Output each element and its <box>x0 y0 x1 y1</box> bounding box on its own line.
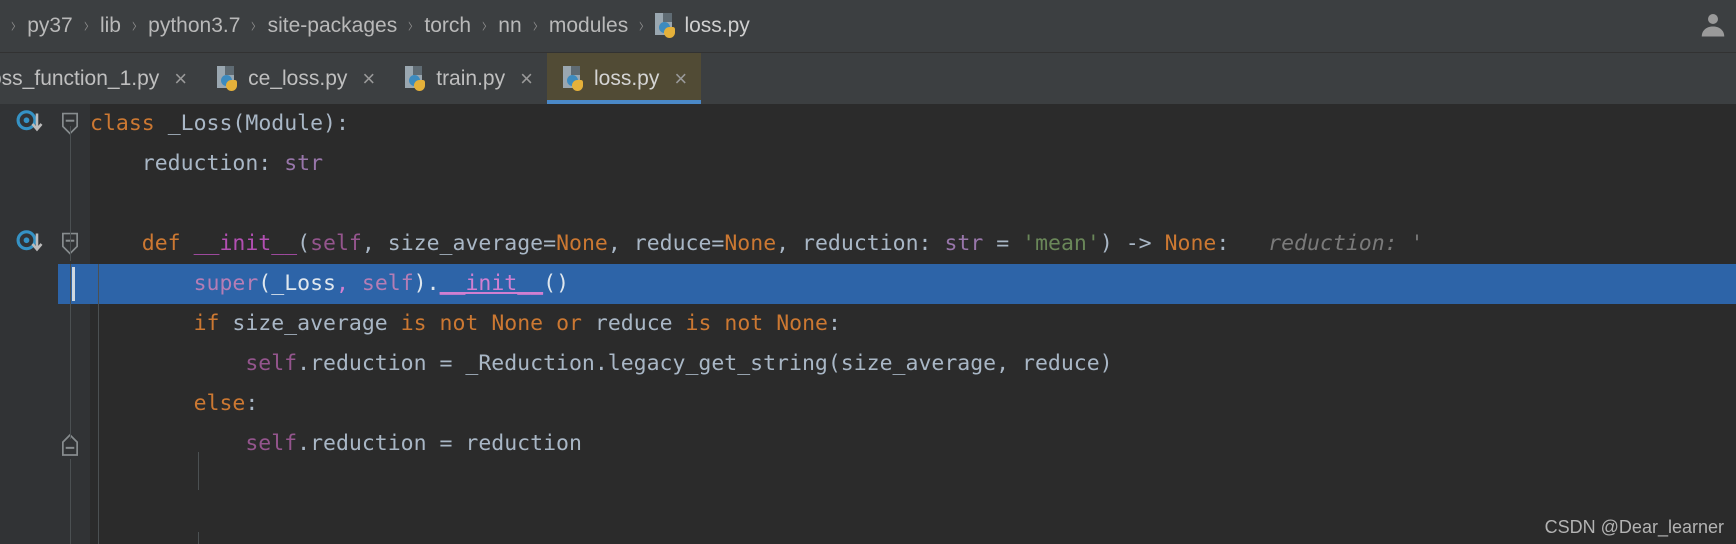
tab-ce-loss[interactable]: ce_loss.py × <box>201 53 389 104</box>
breadcrumb-separator: › <box>131 13 138 39</box>
tab-label: oss_function_1.py <box>0 66 160 90</box>
breadcrumb-item-torch[interactable]: torch <box>424 14 471 38</box>
close-icon[interactable]: × <box>668 67 687 90</box>
tab-train[interactable]: train.py × <box>389 53 547 104</box>
code-line: def __init__(self, size_average=None, re… <box>141 231 1424 256</box>
code-line: else: <box>193 391 259 416</box>
breadcrumb-separator: › <box>10 13 17 39</box>
fold-collapse-icon[interactable] <box>60 112 78 135</box>
fold-collapse-icon[interactable] <box>60 232 78 255</box>
code-text-area[interactable]: class _Loss(Module): reduction: str def … <box>90 104 1736 544</box>
tab-label: train.py <box>436 66 506 90</box>
code-line: class _Loss(Module): <box>90 111 349 136</box>
text-caret <box>72 267 75 301</box>
fold-rail-line <box>70 126 71 261</box>
breadcrumb-separator: › <box>407 13 414 39</box>
breadcrumb-separator: › <box>83 13 90 39</box>
breadcrumb-item-file[interactable]: loss.py <box>655 13 750 39</box>
fold-rail[interactable] <box>58 104 90 544</box>
fold-rail-line <box>70 459 71 544</box>
breadcrumb-item-modules[interactable]: modules <box>549 14 628 38</box>
python-file-icon <box>217 65 239 92</box>
fold-rail-line <box>70 264 71 439</box>
breadcrumb-item-py37[interactable]: py37 <box>27 14 73 38</box>
python-file-icon <box>405 65 427 92</box>
tab-loss-function-1[interactable]: oss_function_1.py × <box>0 53 201 104</box>
tab-label: ce_loss.py <box>248 66 348 90</box>
override-method-icon[interactable] <box>16 229 46 259</box>
close-icon[interactable]: × <box>168 67 187 90</box>
breadcrumb-item-nn[interactable]: nn <box>498 14 521 38</box>
override-method-icon[interactable] <box>16 109 46 139</box>
code-line-selected: super(_Loss, self).__init__() <box>193 271 570 296</box>
breadcrumb-file-label: loss.py <box>684 14 750 37</box>
breadcrumb-separator: › <box>251 13 257 39</box>
code-line: if size_average is not None or reduce is… <box>193 311 841 336</box>
person-icon[interactable] <box>1698 9 1728 43</box>
breadcrumb-separator: › <box>481 13 488 39</box>
breadcrumb-separator: › <box>532 13 539 39</box>
close-icon[interactable]: × <box>356 67 375 90</box>
breadcrumb-item-lib[interactable]: lib <box>100 14 121 38</box>
code-line: self.reduction = _Reduction.legacy_get_s… <box>245 351 1113 376</box>
tab-loss[interactable]: loss.py × <box>546 53 702 104</box>
close-icon[interactable]: × <box>514 67 533 90</box>
code-line: reduction: str <box>141 151 324 176</box>
inlay-hint: reduction: ' <box>1268 231 1424 256</box>
editor-tab-bar: oss_function_1.py × ce_loss.py × train.p… <box>0 52 1736 104</box>
fold-end-icon[interactable] <box>60 432 78 456</box>
python-file-icon <box>562 65 585 92</box>
code-editor[interactable]: class _Loss(Module): reduction: str def … <box>0 104 1736 544</box>
tab-label: loss.py <box>593 66 660 90</box>
breadcrumb-item-python37[interactable]: python3.7 <box>148 14 240 38</box>
code-line: self.reduction = reduction <box>245 431 582 456</box>
editor-gutter[interactable] <box>0 104 58 544</box>
breadcrumb-item-site-packages[interactable]: site-packages <box>268 14 398 38</box>
breadcrumb-bar: › py37 › lib › python3.7 › site-packages… <box>0 0 1736 52</box>
python-file-icon <box>655 13 677 39</box>
watermark: CSDN @Dear_learner <box>1544 517 1724 537</box>
breadcrumb-separator: › <box>638 13 645 39</box>
